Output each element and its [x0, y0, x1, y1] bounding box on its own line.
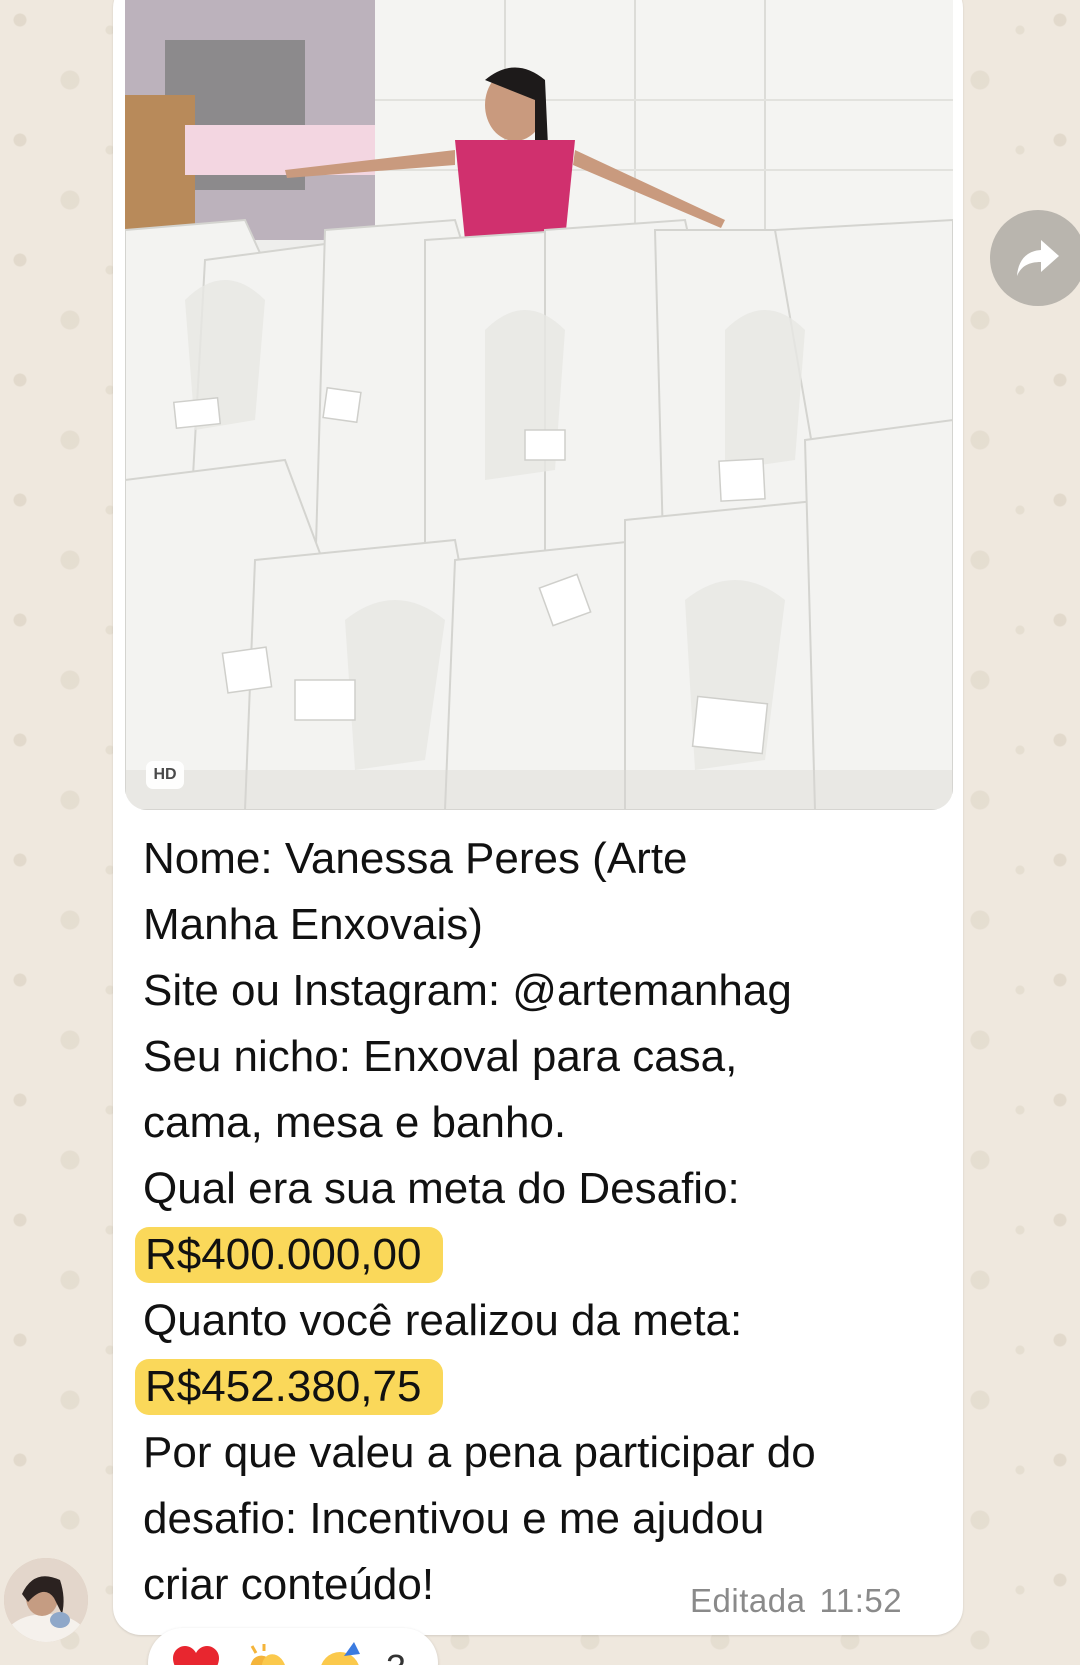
forward-button[interactable]	[990, 210, 1080, 306]
message-line: Seu nicho: Enxoval para casa,	[143, 1032, 738, 1081]
edited-label: Editada	[690, 1582, 806, 1619]
message-line: Nome: Vanessa Peres (Arte	[143, 834, 688, 883]
message-line: Site ou Instagram: @artemanhag	[143, 966, 792, 1015]
clapping-hands-icon	[250, 1644, 287, 1665]
message-meta: Editada 11:52	[690, 1582, 902, 1620]
forward-arrow-icon	[1017, 240, 1059, 276]
hd-quality-badge: HD	[146, 761, 184, 789]
partying-face-icon	[321, 1642, 360, 1665]
goal-value-highlight: R$400.000,00	[135, 1227, 444, 1283]
achieved-value-highlight: R$452.380,75	[135, 1359, 444, 1415]
message-text: Nome: Vanessa Peres (Arte Manha Enxovais…	[135, 826, 943, 1618]
message-line: Por que valeu a pena participar do	[143, 1428, 816, 1477]
reactions-bar[interactable]: 3	[148, 1628, 438, 1665]
message-line: Qual era sua meta do Desafio:	[143, 1164, 740, 1213]
message-photo[interactable]	[125, 0, 953, 810]
message-line: desafio: Incentivou e me ajudou	[143, 1494, 765, 1543]
message-line: cama, mesa e banho.	[143, 1098, 567, 1147]
message-line: Manha Enxovais)	[143, 900, 483, 949]
message-line: Quanto você realizou da meta:	[143, 1296, 743, 1345]
red-heart-icon	[173, 1646, 219, 1665]
avatar[interactable]	[4, 1558, 88, 1642]
message-time: 11:52	[819, 1582, 903, 1619]
reaction-count: 3	[386, 1642, 406, 1665]
